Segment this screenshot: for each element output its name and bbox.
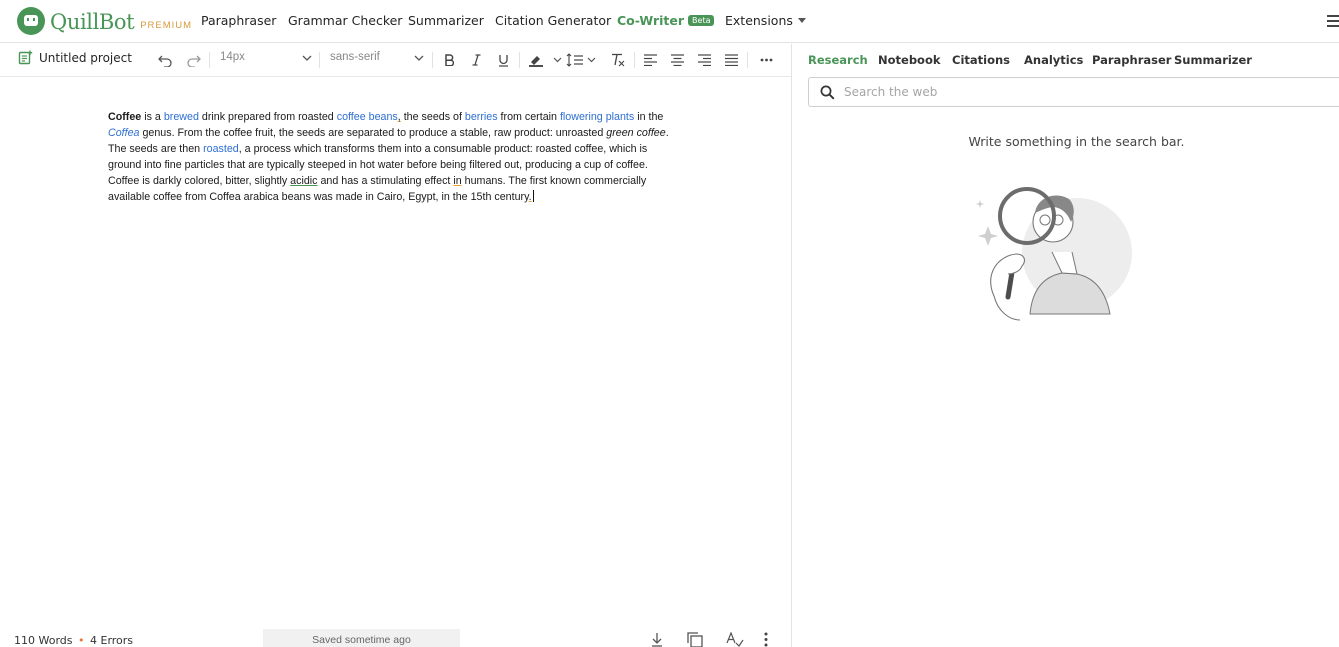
link-roasted[interactable]: roasted <box>203 143 239 155</box>
tab-notebook[interactable]: Notebook <box>878 53 941 67</box>
hamburger-icon[interactable] <box>1327 15 1339 27</box>
grammar-error-mark-in[interactable]: in <box>453 175 461 187</box>
tab-analytics[interactable]: Analytics <box>1024 53 1083 67</box>
link-berries[interactable]: berries <box>465 111 498 123</box>
document-editor[interactable]: Coffee is a brewed drink prepared from r… <box>108 109 678 205</box>
more-icon[interactable] <box>759 50 773 70</box>
nav-extensions-label: Extensions <box>725 13 793 28</box>
quillbot-logo-icon <box>17 7 45 35</box>
align-left-icon[interactable] <box>643 50 657 70</box>
clear-format-icon[interactable] <box>609 50 625 70</box>
stats-separator: • <box>78 634 85 647</box>
web-search-input[interactable] <box>844 82 1324 102</box>
nav-grammar-checker[interactable]: Grammar Checker <box>288 13 402 28</box>
text-run: Coffee <box>108 111 142 123</box>
pane-divider[interactable] <box>791 44 792 647</box>
text-run: genus. From the coffee fruit, the seeds … <box>139 127 607 139</box>
project-name: Untitled project <box>39 50 132 65</box>
error-count[interactable]: 4 Errors <box>90 634 133 647</box>
text-cursor <box>532 190 534 202</box>
web-search-box <box>808 77 1339 107</box>
brand-name: QuillBot <box>50 10 135 34</box>
nav-paraphraser[interactable]: Paraphraser <box>201 13 276 28</box>
italic-icon[interactable] <box>470 50 482 70</box>
suggestion-mark-acidic[interactable]: acidic <box>290 175 317 187</box>
copy-icon[interactable] <box>687 632 703 647</box>
quillbot-logo[interactable]: QuillBot PREMIUM <box>17 7 192 35</box>
project-icon <box>18 50 33 65</box>
align-justify-icon[interactable] <box>724 50 738 70</box>
chevron-down-icon <box>302 55 312 61</box>
nav-summarizer[interactable]: Summarizer <box>408 13 484 28</box>
word-count: 110 Words <box>14 634 73 647</box>
project-name-button[interactable]: Untitled project <box>18 50 132 65</box>
font-family-value: sans-serif <box>330 51 380 63</box>
underline-icon[interactable] <box>496 50 510 70</box>
text-run: from certain <box>497 111 560 123</box>
premium-tier-label: PREMIUM <box>140 20 193 31</box>
highlight-icon[interactable] <box>528 50 562 70</box>
document-stats: 110 Words • 4 Errors <box>14 634 133 647</box>
toolbar-separator <box>519 52 520 68</box>
link-flowering-plants[interactable]: flowering plants <box>560 111 634 123</box>
font-size-select[interactable]: 14px <box>220 51 312 69</box>
top-navigation: QuillBot PREMIUM Paraphraser Grammar Che… <box>0 0 1339 43</box>
kebab-icon[interactable] <box>764 632 768 647</box>
text-run-italic: green coffee <box>606 127 666 139</box>
text-run: in the <box>634 111 664 123</box>
download-icon[interactable] <box>651 632 663 647</box>
editor-toolbar: Untitled project 14px sans-serif <box>0 44 791 77</box>
tab-citations[interactable]: Citations <box>952 53 1010 67</box>
toolbar-separator <box>319 52 320 68</box>
empty-state-message: Write something in the search bar. <box>968 134 1185 149</box>
undo-icon[interactable] <box>157 50 173 70</box>
line-spacing-icon[interactable] <box>566 50 598 70</box>
toolbar-separator <box>432 52 433 68</box>
link-coffea[interactable]: Coffea <box>108 127 140 139</box>
nav-co-writer[interactable]: Co-Writer Beta <box>617 13 715 28</box>
chevron-down-icon <box>797 18 806 23</box>
toolbar-separator <box>634 52 635 68</box>
nav-extensions[interactable]: Extensions <box>725 13 806 28</box>
align-center-icon[interactable] <box>670 50 684 70</box>
text-run: and has a stimulating effect <box>317 175 454 187</box>
text-run: the seeds of <box>400 111 465 123</box>
align-right-icon[interactable] <box>697 50 711 70</box>
research-illustration <box>976 187 1132 321</box>
grammar-error-mark-period[interactable]: . <box>529 191 532 203</box>
tab-summarizer[interactable]: Summarizer <box>1174 53 1252 67</box>
save-status: Saved sometime ago <box>263 629 460 647</box>
nav-co-writer-label: Co-Writer <box>617 13 685 28</box>
tab-paraphraser[interactable]: Paraphraser <box>1092 53 1171 67</box>
tab-research[interactable]: Research <box>808 53 868 67</box>
redo-icon[interactable] <box>185 50 201 70</box>
search-icon <box>820 85 835 100</box>
link-brewed[interactable]: brewed <box>164 111 199 123</box>
beta-badge: Beta <box>688 15 715 26</box>
bold-icon[interactable] <box>442 50 456 70</box>
link-coffee-beans[interactable]: coffee beans <box>337 111 398 123</box>
spellcheck-icon[interactable] <box>726 631 744 647</box>
font-size-value: 14px <box>220 51 245 63</box>
toolbar-separator <box>209 52 210 68</box>
nav-citation-generator[interactable]: Citation Generator <box>495 13 611 28</box>
text-run: drink prepared from roasted <box>198 111 337 123</box>
chevron-down-icon <box>414 55 424 61</box>
text-run: is a <box>141 111 164 123</box>
toolbar-separator <box>747 52 748 68</box>
font-family-select[interactable]: sans-serif <box>330 51 424 69</box>
